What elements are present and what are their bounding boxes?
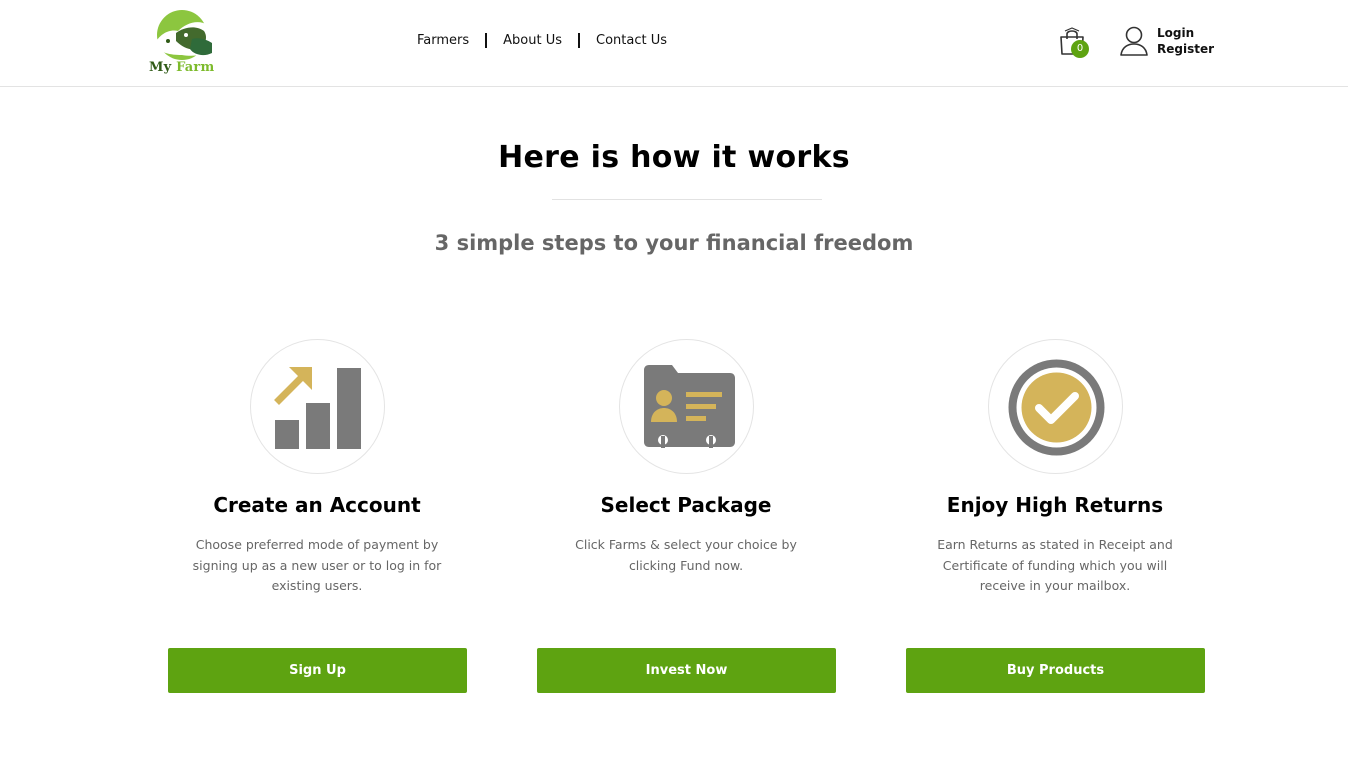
sign-up-button[interactable]: Sign Up	[168, 648, 467, 693]
step-enjoy-returns: Enjoy High Returns Earn Returns as state…	[905, 339, 1205, 597]
nav-item-farmers[interactable]: Farmers	[417, 33, 469, 48]
user-icon	[1120, 26, 1148, 56]
nav-divider	[578, 32, 581, 48]
step-icon-circle	[987, 339, 1123, 474]
page-title: Here is how it works	[498, 140, 850, 175]
nav-item-contact-us[interactable]: Contact Us	[596, 33, 667, 48]
brand-name-my: My	[149, 60, 172, 75]
step-icon-circle	[249, 339, 385, 474]
step-icon-circle	[618, 339, 754, 474]
site-header: My Farm Farmers About Us Contact Us 0 Lo…	[0, 0, 1348, 87]
login-link[interactable]: Login	[1157, 25, 1214, 41]
check-badge-icon	[1008, 359, 1104, 456]
step-description: Choose preferred mode of payment by sign…	[192, 537, 442, 593]
cart-button[interactable]: 0	[1057, 27, 1091, 61]
register-link[interactable]: Register	[1157, 41, 1214, 57]
brand-logo[interactable]: My Farm	[146, 5, 220, 77]
invest-now-button[interactable]: Invest Now	[537, 648, 836, 693]
id-card-folder-icon	[643, 365, 735, 448]
brand-name: My Farm	[149, 60, 214, 75]
step-description: Click Farms & select your choice by clic…	[575, 537, 797, 573]
buy-products-button[interactable]: Buy Products	[906, 648, 1205, 693]
title-divider	[552, 199, 822, 200]
farm-animals-logo-icon	[154, 10, 215, 60]
step-title: Select Package	[600, 493, 772, 517]
page-subtitle: 3 simple steps to your financial freedom	[434, 231, 914, 255]
step-title: Create an Account	[213, 493, 421, 517]
user-account-button[interactable]	[1119, 25, 1149, 57]
step-select-package: Select Package Click Farms & select your…	[536, 339, 836, 576]
auth-links: Login Register	[1157, 25, 1214, 57]
brand-name-farm: Farm	[176, 60, 215, 75]
nav-item-about-us[interactable]: About Us	[503, 33, 562, 48]
growth-chart-icon	[273, 367, 361, 449]
step-description: Earn Returns as stated in Receipt and Ce…	[937, 537, 1173, 593]
step-title: Enjoy High Returns	[946, 493, 1164, 517]
main-nav: Farmers About Us Contact Us	[417, 30, 667, 50]
cart-count-badge: 0	[1071, 40, 1089, 58]
step-create-account: Create an Account Choose preferred mode …	[167, 339, 467, 597]
nav-divider	[485, 32, 488, 48]
